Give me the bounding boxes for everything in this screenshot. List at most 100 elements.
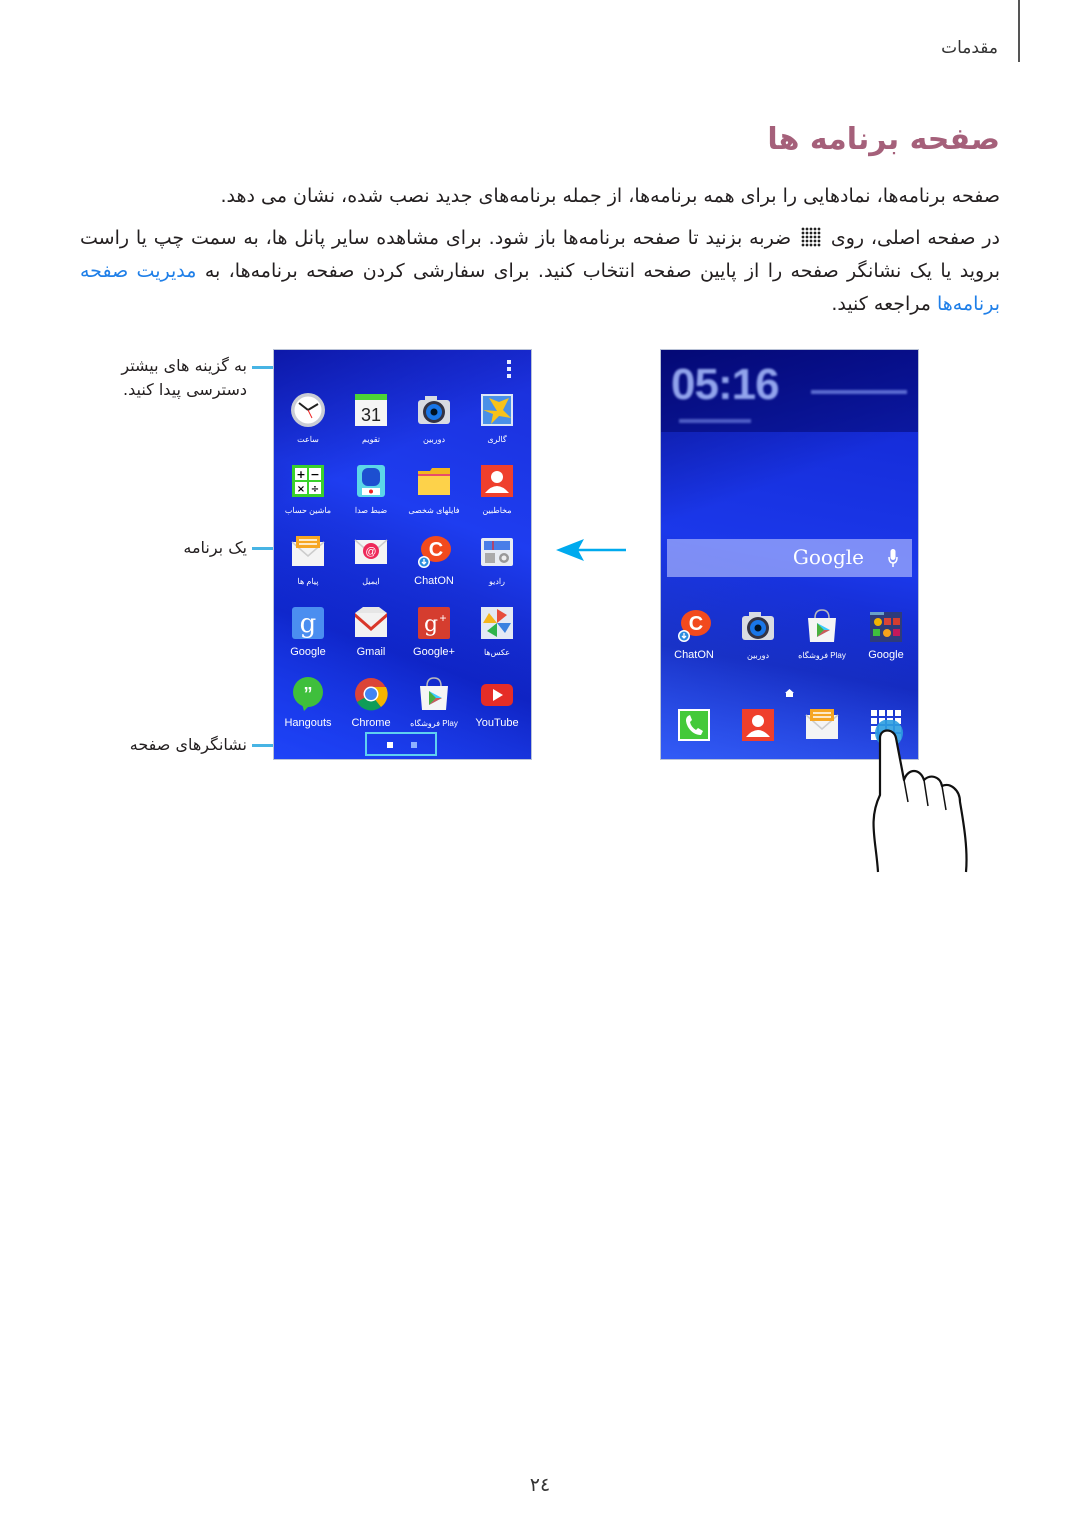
svg-text:31: 31	[361, 405, 381, 425]
home-page-icon[interactable]	[785, 689, 794, 697]
dock-messages[interactable]	[791, 707, 853, 743]
app-label: فروشگاه Play	[798, 651, 846, 660]
page-number: ۲٤	[529, 1474, 551, 1496]
app-google[interactable]: g Google	[277, 605, 339, 658]
hand-tap-icon	[872, 720, 968, 873]
app-calendar[interactable]: 31 تقویم	[340, 392, 402, 444]
svg-text:÷: ÷	[311, 484, 319, 495]
app-label: عکس‌ها	[483, 648, 511, 657]
apps-grid-icon	[801, 227, 822, 247]
app-hangouts[interactable]: ” Hangouts	[277, 676, 339, 729]
dock-contacts[interactable]	[727, 707, 789, 743]
messages-icon	[804, 707, 840, 743]
youtube-icon	[479, 676, 515, 712]
instructions-text-1: در صفحه اصلی، روی	[830, 227, 1001, 249]
google-search-bar[interactable]: Google	[667, 539, 912, 577]
arrow-left-icon	[556, 539, 626, 561]
clock-time: 05:16	[671, 360, 780, 409]
app-photos[interactable]: عکس‌ها	[466, 605, 528, 657]
app-camera[interactable]: دوربین	[403, 392, 465, 444]
app-calculator[interactable]: + − × ÷ ماشین حساب	[277, 463, 339, 515]
apps-screen: ساعت 31 تقویم دوربین گالری + − × ÷ ماشین حساب ضبط …	[274, 350, 531, 759]
app-email[interactable]: @ ایمیل	[340, 534, 402, 586]
app-google-plus[interactable]: g + Google+	[403, 605, 465, 658]
chaton-icon: C	[676, 608, 712, 644]
header-divider	[1018, 0, 1020, 62]
chaton-icon: C	[416, 534, 452, 570]
app-play-store[interactable]: فروشگاه Play	[403, 676, 465, 728]
app-radio[interactable]: رادیو	[466, 534, 528, 586]
google-folder-icon	[868, 608, 904, 644]
camera-icon	[416, 392, 452, 428]
gallery-icon	[479, 392, 515, 428]
app-youtube[interactable]: YouTube	[466, 676, 528, 729]
dock-phone[interactable]	[663, 707, 725, 743]
home-app-chaton[interactable]: C ChatON	[663, 608, 725, 661]
app-label: ماشین حساب	[284, 506, 332, 515]
app-label: Google	[868, 649, 904, 661]
app-label: پیام ها	[297, 577, 319, 586]
app-label: ضبط صدا	[354, 506, 388, 515]
home-app-google-folder[interactable]: Google	[855, 608, 917, 661]
microphone-icon[interactable]	[888, 547, 898, 569]
app-label: ChatON	[414, 575, 454, 587]
play-store-icon	[416, 676, 452, 712]
play-store-icon	[804, 608, 840, 644]
app-label: گالری	[487, 435, 507, 444]
app-label: مخاطبین	[482, 506, 512, 515]
svg-text:g: g	[424, 612, 438, 637]
intro-paragraph: صفحه برنامه‌ها، نمادهایی را برای همه برن…	[220, 185, 1000, 207]
app-folder[interactable]: فایلهای شخصی	[403, 463, 465, 515]
app-label: Hangouts	[284, 717, 332, 729]
more-options-icon[interactable]	[507, 360, 511, 381]
home-app-camera[interactable]: دوربین	[727, 608, 789, 660]
app-voice-recorder[interactable]: ضبط صدا	[340, 463, 402, 515]
app-label: Google	[290, 646, 326, 658]
app-label: رادیو	[488, 577, 505, 586]
svg-text:×: ×	[297, 484, 305, 495]
clock-icon	[290, 392, 326, 428]
app-messages[interactable]: پیام ها	[277, 534, 339, 586]
callout-more-options: به گزینه های بیشتر دسترسی پیدا کنید.	[121, 356, 247, 399]
app-chrome[interactable]: Chrome	[340, 676, 402, 729]
google-plus-icon: g +	[416, 605, 452, 641]
clock-widget[interactable]: 05:16	[661, 350, 918, 432]
app-clock[interactable]: ساعت	[277, 392, 339, 444]
contacts-icon	[740, 707, 776, 743]
app-label: ChatON	[674, 649, 714, 661]
app-label: فروشگاه Play	[410, 719, 458, 728]
instructions-text-3: مراجعه کنید.	[831, 293, 931, 315]
app-label: ایمیل	[362, 577, 380, 586]
svg-text:+: +	[296, 468, 305, 481]
page-dot[interactable]	[411, 742, 417, 748]
app-label: Chrome	[351, 717, 391, 729]
voice-recorder-icon	[353, 463, 389, 499]
app-label: ساعت	[297, 435, 319, 444]
hangouts-icon: ”	[290, 676, 326, 712]
home-screen: 05:16 Google C ChatON دوربین فروشگاه Play Go…	[661, 350, 918, 759]
app-label: تقویم	[362, 435, 380, 444]
svg-text:+: +	[439, 611, 446, 625]
phone-icon	[676, 707, 712, 743]
app-chaton[interactable]: C ChatON	[403, 534, 465, 587]
section-label: مقدمات	[941, 38, 998, 58]
calculator-icon: + − × ÷	[290, 463, 326, 499]
app-label: فایلهای شخصی	[408, 506, 460, 515]
app-contacts[interactable]: مخاطبین	[466, 463, 528, 515]
svg-text:C: C	[429, 539, 443, 561]
app-label: Google+	[413, 646, 455, 658]
home-app-play-store[interactable]: فروشگاه Play	[791, 608, 853, 660]
app-gallery[interactable]: گالری	[466, 392, 528, 444]
callout-an-app: یک برنامه	[183, 538, 247, 557]
page-dot-active[interactable]	[387, 742, 393, 748]
photos-icon	[479, 605, 515, 641]
app-label: دوربین	[746, 651, 770, 660]
page-title: صفحه برنامه ها	[767, 122, 1000, 157]
app-label: YouTube	[475, 717, 519, 729]
svg-text:−: −	[310, 468, 319, 481]
calendar-icon: 31	[353, 392, 389, 428]
app-gmail[interactable]: Gmail	[340, 605, 402, 658]
chrome-icon	[353, 676, 389, 712]
email-icon: @	[353, 534, 389, 570]
page-indicator[interactable]	[367, 734, 435, 754]
